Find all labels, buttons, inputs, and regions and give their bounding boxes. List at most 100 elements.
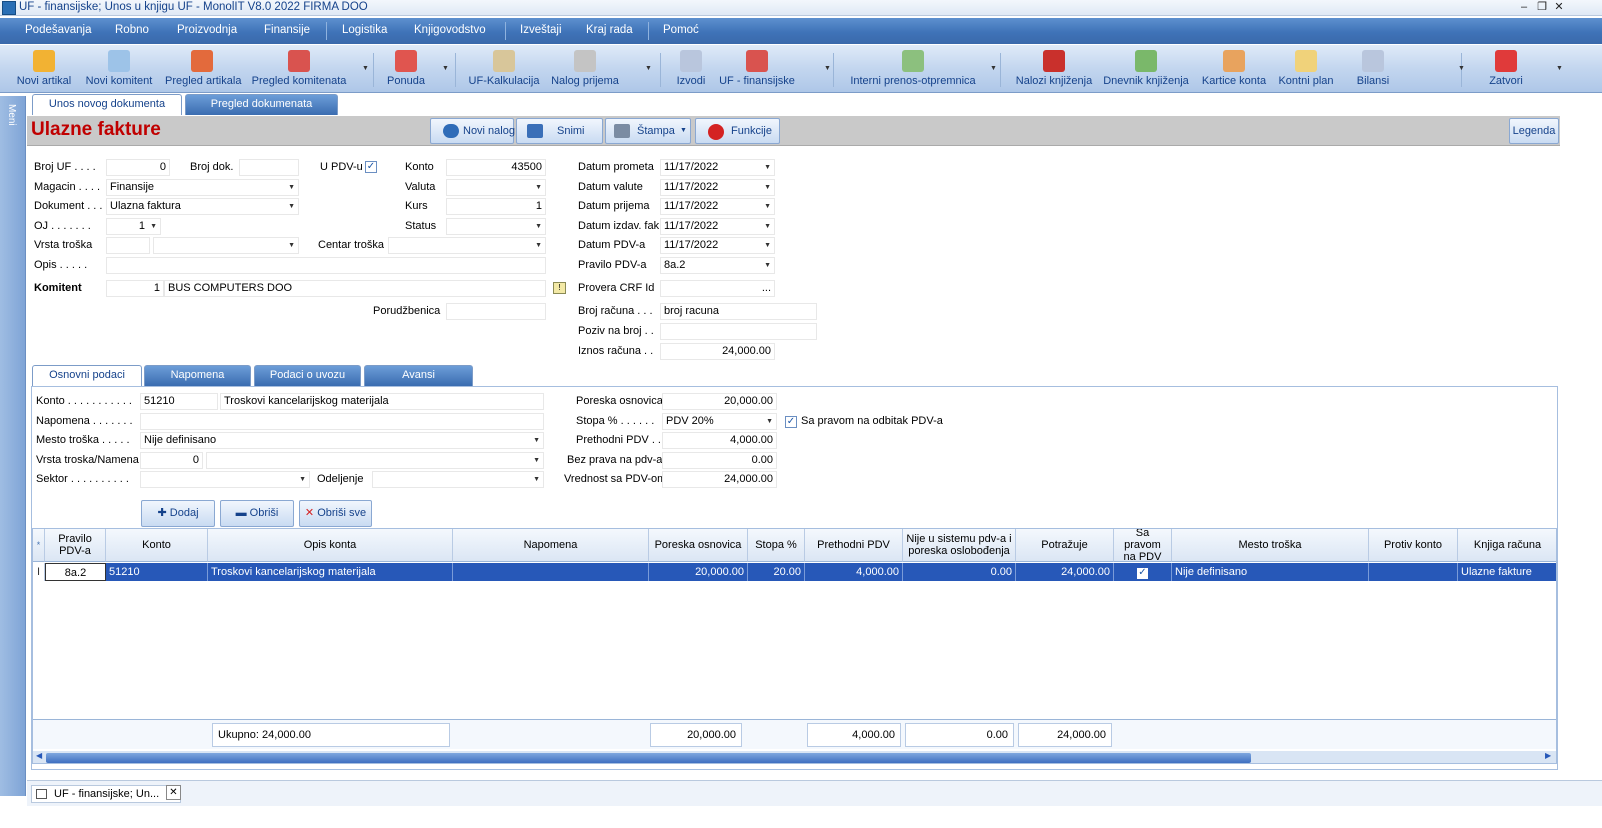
status-select[interactable]: ▼ <box>446 218 546 235</box>
menu-knjigovodstvo[interactable]: Knjigovodstvo <box>414 24 486 36</box>
grid-cell-2[interactable]: 51210 <box>106 563 208 581</box>
grid-col-8[interactable]: Nije u sistemu pdv-a i poreska oslobođen… <box>903 529 1016 562</box>
menu-proizvodnja[interactable]: Proizvodnja <box>177 24 237 36</box>
chevron-down-icon[interactable]: ▼ <box>362 65 369 72</box>
datum-prometa-field[interactable]: 11/17/2022 ▼ <box>660 159 775 176</box>
centar-troska-select[interactable]: ▼ <box>388 237 546 254</box>
chevron-down-icon[interactable]: ▼ <box>1458 65 1465 72</box>
toolbar-button-4[interactable]: Pregled komitenata <box>250 47 348 91</box>
toolbar-button-6[interactable]: UF-Kalkulacija <box>467 47 541 91</box>
menu-finansije[interactable]: Finansije <box>264 24 310 36</box>
valuta-select[interactable]: ▼ <box>446 179 546 196</box>
detail-sektor-select[interactable]: ▼ <box>140 471 310 488</box>
grid-cell-9[interactable]: 24,000.00 <box>1016 563 1114 581</box>
toolbar-button-12[interactable]: Dnevnik knjiženja <box>1100 47 1192 91</box>
save-button[interactable]: Snimi <box>516 118 603 144</box>
toolbar-button-11[interactable]: Nalozi knjiženja <box>1012 47 1096 91</box>
delete-all-button[interactable]: ✕ Obriši sve <box>299 500 372 527</box>
detail-konto-opis-field[interactable]: Troskovi kancelarijskog materijala <box>220 393 544 410</box>
grid-cell-12[interactable] <box>1369 563 1458 581</box>
grid-cell-3[interactable]: Troskovi kancelarijskog materijala <box>208 563 453 581</box>
toolbar-button-16[interactable]: Zatvori <box>1484 47 1528 91</box>
grid-cell-10[interactable]: ✓ <box>1114 563 1172 581</box>
detail-odeljenje-select[interactable]: ▼ <box>372 471 544 488</box>
grid-cell-7[interactable]: 4,000.00 <box>805 563 903 581</box>
tab-osnovni-podaci[interactable]: Osnovni podaci <box>32 365 142 386</box>
prethodni-field[interactable]: 4,000.00 <box>662 432 777 449</box>
tab-napomena[interactable]: Napomena <box>144 365 251 386</box>
dokument-select[interactable]: Ulazna faktura ▼ <box>106 198 299 215</box>
detail-mesto-select[interactable]: Nije definisano ▼ <box>140 432 544 449</box>
pravilo-pdv-select[interactable]: 8a.2 ▼ <box>660 257 775 274</box>
print-button[interactable]: Štampa ▼ <box>605 118 691 144</box>
menu-pomoc[interactable]: Pomoć <box>663 24 699 36</box>
grid-col-13[interactable]: Knjiga računa <box>1458 529 1556 562</box>
kurs-field[interactable]: 1 <box>446 198 546 215</box>
menu-podesavanja[interactable]: Podešavanja <box>25 24 92 36</box>
broj-uf-field[interactable]: 0 <box>106 159 170 176</box>
komitent-name-field[interactable]: BUS COMPUTERS DOO <box>164 280 546 297</box>
tab-unos-dokumenta[interactable]: Unos novog dokumenta <box>32 94 182 115</box>
tab-podaci-o-uvozu[interactable]: Podaci o uvozu <box>254 365 361 386</box>
provera-crf-button[interactable]: ... <box>660 280 775 297</box>
close-window-icon[interactable]: ✕ <box>1552 0 1566 14</box>
grid-col-7[interactable]: Prethodni PDV <box>805 529 903 562</box>
grid-col-4[interactable]: Napomena <box>453 529 649 562</box>
chevron-down-icon[interactable]: ▼ <box>442 65 449 72</box>
open-document-tab[interactable]: UF - finansijske; Un... <box>31 785 181 803</box>
grid-col-11[interactable]: Mesto troška <box>1172 529 1369 562</box>
menu-izvestaji[interactable]: Izveštaji <box>520 24 562 36</box>
grid-col-9[interactable]: Potražuje <box>1016 529 1114 562</box>
broj-racuna-field[interactable]: broj racuna <box>660 303 817 320</box>
close-tab-icon[interactable]: ✕ <box>166 785 181 800</box>
partner-info-icon[interactable]: ! <box>553 282 566 294</box>
scroll-left-icon[interactable]: ◀ <box>36 751 42 760</box>
bez-prava-field[interactable]: 0.00 <box>662 452 777 469</box>
grid-cell-4[interactable] <box>453 563 649 581</box>
grid-col-5[interactable]: Poreska osnovica <box>649 529 748 562</box>
horizontal-scrollbar[interactable]: ◀ ▶ <box>33 751 1556 763</box>
checkbox-icon[interactable]: ✓ <box>1137 568 1148 579</box>
toolbar-button-2[interactable]: Novi komitent <box>85 47 153 91</box>
grid-cell-1[interactable]: 8a.2 <box>45 563 106 581</box>
grid-cell-11[interactable]: Nije definisano <box>1172 563 1369 581</box>
grid-cell-13[interactable]: Ulazne fakture <box>1458 563 1556 581</box>
grid-col-1[interactable]: Pravilo PDV-a <box>45 529 106 562</box>
magacin-select[interactable]: Finansije ▼ <box>106 179 299 196</box>
detail-konto-field[interactable]: 51210 <box>140 393 218 410</box>
grid-col-10[interactable]: Sa pravom na PDV <box>1114 529 1172 562</box>
sa-pravom-checkbox[interactable]: ✓ <box>785 416 797 428</box>
minimize-icon[interactable]: – <box>1517 0 1531 14</box>
side-menu[interactable]: Meni <box>0 96 26 796</box>
menu-logistika[interactable]: Logistika <box>342 24 387 36</box>
detail-napomena-field[interactable] <box>140 413 544 430</box>
vrsta-troska-select[interactable]: ▼ <box>153 237 299 254</box>
grid-col-2[interactable]: Konto <box>106 529 208 562</box>
broj-dok-field[interactable] <box>239 159 299 176</box>
detail-vrsta-id-field[interactable]: 0 <box>140 452 203 469</box>
restore-icon[interactable]: ❐ <box>1535 0 1549 14</box>
toolbar-button-1[interactable]: Novi artikal <box>15 47 73 91</box>
stopa-select[interactable]: PDV 20% ▼ <box>662 413 777 430</box>
tab-avansi[interactable]: Avansi <box>364 365 473 386</box>
toolbar-button-13[interactable]: Kartice konta <box>1196 47 1272 91</box>
delete-button[interactable]: ▬ Obriši <box>220 500 294 527</box>
toolbar-button-5[interactable]: Ponuda <box>380 47 432 91</box>
chevron-down-icon[interactable]: ▼ <box>990 65 997 72</box>
toolbar-button-8[interactable]: Izvodi <box>668 47 714 91</box>
opis-field[interactable] <box>106 257 546 274</box>
toolbar-button-3[interactable]: Pregled artikala <box>165 47 241 91</box>
datum-pdv-field[interactable]: 11/17/2022 ▼ <box>660 237 775 254</box>
detail-vrsta-select[interactable]: ▼ <box>206 452 544 469</box>
tab-pregled-dokumenata[interactable]: Pregled dokumenata <box>185 94 338 115</box>
datum-izdav-field[interactable]: 11/17/2022 ▼ <box>660 218 775 235</box>
porudzbenica-field[interactable] <box>446 303 546 320</box>
toolbar-button-10[interactable]: Interni prenos-otpremnica <box>846 47 980 91</box>
chevron-down-icon[interactable]: ▼ <box>1556 65 1563 72</box>
iznos-racuna-field[interactable]: 24,000.00 <box>660 343 775 360</box>
chevron-down-icon[interactable]: ▼ <box>680 119 687 143</box>
menu-robno[interactable]: Robno <box>115 24 149 36</box>
menu-kraj-rada[interactable]: Kraj rada <box>586 24 633 36</box>
legend-button[interactable]: Legenda <box>1509 118 1559 144</box>
chevron-down-icon[interactable]: ▼ <box>824 65 831 72</box>
